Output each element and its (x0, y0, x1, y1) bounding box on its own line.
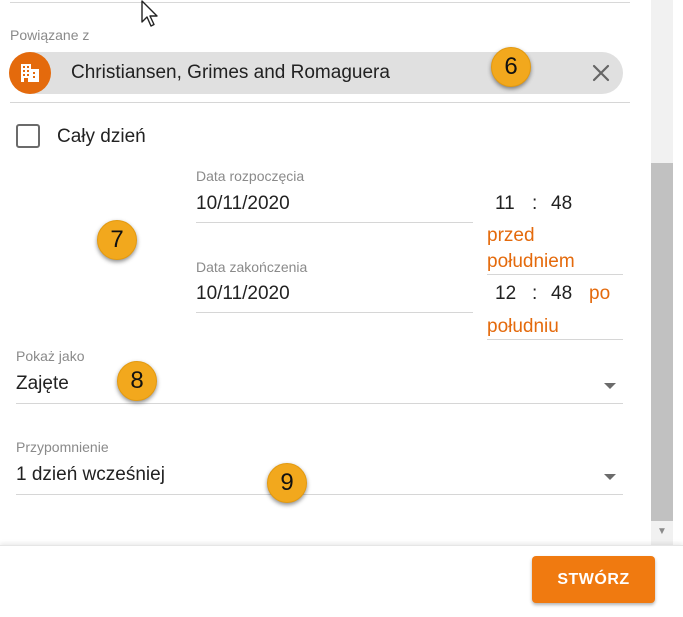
show-as-select[interactable]: Zajęte (16, 373, 69, 395)
show-as-label: Pokaż jako (16, 348, 85, 364)
top-divider (10, 0, 630, 3)
end-time-underline (487, 339, 623, 340)
event-form-dialog: Powiązane z Christiansen, Grimes and Rom… (0, 0, 651, 545)
end-date-underline (196, 312, 473, 313)
annotation-badge-6: 6 (491, 47, 531, 87)
reminder-label: Przypomnienie (16, 439, 109, 455)
annotation-badge-9: 9 (267, 463, 307, 503)
start-hour-input[interactable]: 11 (495, 193, 515, 215)
chevron-down-icon[interactable] (604, 474, 616, 480)
annotation-badge-7: 7 (97, 220, 137, 260)
create-button[interactable]: STWÓRZ (532, 556, 655, 603)
all-day-checkbox[interactable] (16, 124, 40, 148)
close-icon[interactable] (589, 61, 613, 85)
end-date-label: Data zakończenia (196, 259, 308, 275)
end-time-separator: : (532, 283, 538, 304)
scroll-down-arrow-icon[interactable]: ▼ (651, 521, 673, 543)
mouse-cursor-icon (140, 0, 164, 30)
start-date-input[interactable]: 10/11/2020 (196, 193, 290, 215)
related-underline (10, 102, 630, 103)
scrollbar-thumb[interactable] (651, 163, 673, 521)
start-time-underline (487, 274, 623, 275)
dialog-footer: STWÓRZ (0, 545, 683, 617)
reminder-select[interactable]: 1 dzień wcześniej (16, 464, 165, 486)
annotation-badge-8: 8 (117, 361, 157, 401)
end-ampm-toggle-line2[interactable]: południu (487, 316, 559, 338)
start-time-separator: : (532, 193, 538, 214)
end-date-input[interactable]: 10/11/2020 (196, 283, 290, 305)
related-chip[interactable]: Christiansen, Grimes and Romaguera (9, 52, 623, 94)
chevron-down-icon[interactable] (604, 383, 616, 389)
start-ampm-toggle-line1[interactable]: przed (487, 225, 535, 247)
start-date-label: Data rozpoczęcia (196, 168, 305, 184)
end-minute-input[interactable]: 48 (551, 283, 572, 305)
start-ampm-toggle-line2[interactable]: południem (487, 251, 575, 273)
end-hour-input[interactable]: 12 (495, 283, 516, 305)
related-label: Powiązane z (10, 27, 90, 43)
reminder-underline (16, 494, 623, 495)
start-date-underline (196, 222, 473, 223)
related-chip-label: Christiansen, Grimes and Romaguera (71, 62, 390, 83)
all-day-label: Cały dzień (57, 126, 146, 147)
building-icon (9, 52, 51, 94)
start-minute-input[interactable]: 48 (551, 193, 572, 215)
show-as-underline (16, 403, 623, 404)
end-ampm-toggle-line1[interactable]: po (589, 283, 610, 305)
